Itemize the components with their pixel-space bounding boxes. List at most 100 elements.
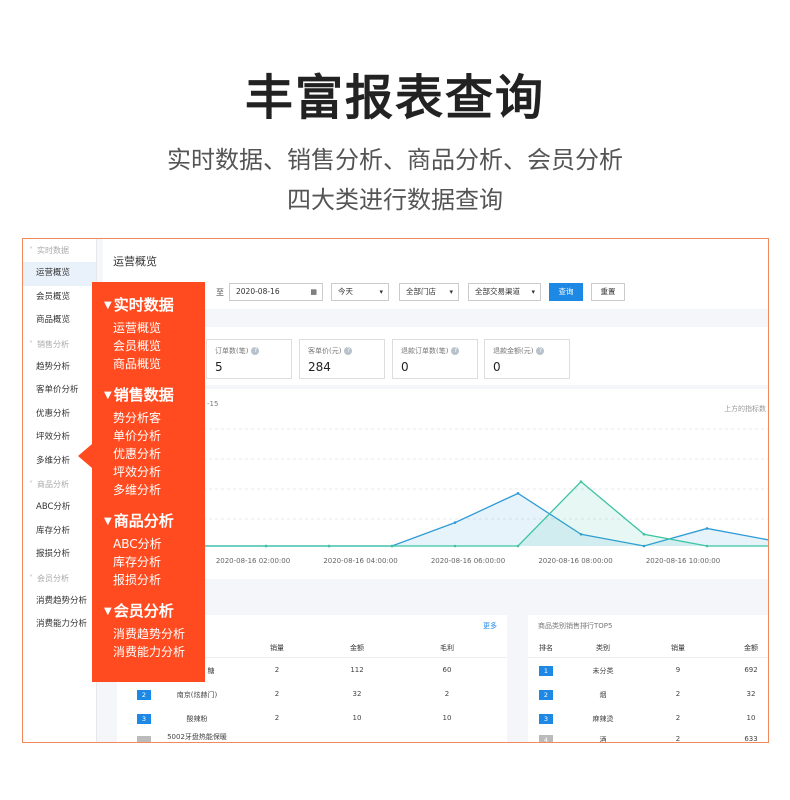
help-icon[interactable]: ? xyxy=(451,347,460,355)
channel-select[interactable]: 全部交易渠道 ▾ xyxy=(468,283,541,301)
sidebar-item-trend[interactable]: 趋势分析 xyxy=(23,356,96,380)
table-cell-qty: 2 xyxy=(274,666,280,674)
series-point[interactable] xyxy=(453,521,457,524)
table-cell-profit: 2 xyxy=(444,690,450,698)
callout-item: 势分析客 xyxy=(113,411,162,425)
rank-badge: 2 xyxy=(137,690,151,700)
callout-item: 报损分析 xyxy=(113,573,162,587)
reset-button[interactable]: 重置 xyxy=(591,283,625,301)
rank-badge: 3 xyxy=(539,714,553,724)
callout-item: 单价分析 xyxy=(113,429,162,443)
sidebar-item-discount[interactable]: 优惠分析 xyxy=(23,403,96,427)
stat-card-refund-amount: 退款金额(元)? 0 xyxy=(484,339,570,379)
sidebar-item-consumption-power[interactable]: 消费能力分析 xyxy=(23,613,96,637)
end-date-input[interactable]: 2020-08-16 ▦ xyxy=(229,283,323,301)
table-cell-amount: 32 xyxy=(746,690,756,698)
table-cell-qty: 2 xyxy=(675,714,681,722)
hero-subtitle-line1: 实时数据、销售分析、商品分析、会员分析 xyxy=(167,146,623,174)
chevron-down-icon: ▾ xyxy=(449,288,453,296)
help-icon[interactable]: ? xyxy=(536,347,545,355)
query-button[interactable]: 查询 xyxy=(549,283,583,301)
sidebar-group-label: 商品分析 xyxy=(37,480,69,489)
sidebar-item-loss[interactable]: 报损分析 xyxy=(23,543,96,567)
table-cell-amount: 633 xyxy=(744,735,758,743)
chevron-down-icon: ˅ xyxy=(29,339,33,349)
hero-subtitle-line2: 四大类进行数据查询 xyxy=(287,186,503,214)
table-cell-category: 烟 xyxy=(599,691,607,699)
callout-section-title: ▼ 实时数据 xyxy=(104,294,174,315)
series-point[interactable] xyxy=(579,480,583,483)
sidebar-group-realtime[interactable]: ˅ 实时数据 xyxy=(23,239,96,262)
column-header-amount: 金额 xyxy=(744,644,758,652)
table-cell-amount: 10 xyxy=(746,714,756,722)
callout-item: 会员概览 xyxy=(113,339,162,353)
callout-item: 消费能力分析 xyxy=(113,645,186,659)
sidebar-item-unit-price[interactable]: 客单价分析 xyxy=(23,379,96,403)
table-cell-qty: 9 xyxy=(675,666,681,674)
period-value: 今天 xyxy=(338,287,353,296)
more-link[interactable]: 更多 xyxy=(483,621,497,631)
series-point[interactable] xyxy=(390,544,394,548)
series-point[interactable] xyxy=(705,527,709,530)
callout-item: ABC分析 xyxy=(113,537,162,551)
sidebar-group-product[interactable]: ˅ 商品分析 xyxy=(23,473,96,496)
table-cell-name: 糖 xyxy=(207,667,215,675)
series-point[interactable] xyxy=(516,492,520,495)
help-icon[interactable]: ? xyxy=(251,347,260,355)
stat-label: 退款订单数(笔)? xyxy=(401,346,460,356)
stat-label: 客单价(元)? xyxy=(308,346,353,356)
x-tick-label: 2020-08-16 10:00:00 xyxy=(646,557,720,565)
sidebar: ˅ 实时数据 运营概览 会员概览 商品概览 ˅ 销售分析 趋势分析 客单价分析 优惠… xyxy=(23,239,97,742)
callout-item: 商品概览 xyxy=(113,357,162,371)
stat-value: 284 xyxy=(308,360,331,374)
series-point[interactable] xyxy=(453,544,457,548)
period-select[interactable]: 今天 ▾ xyxy=(331,283,389,301)
x-tick-label: 2020-08-16 06:00:00 xyxy=(431,557,505,565)
table-cell-category: 酒 xyxy=(599,736,607,743)
rank-badge: 3 xyxy=(137,714,151,724)
sidebar-group-label: 会员分析 xyxy=(37,573,69,583)
column-header-qty: 销量 xyxy=(270,644,284,652)
sidebar-group-label: 销售分析 xyxy=(37,339,69,349)
chevron-down-icon: ˅ xyxy=(29,480,33,489)
chevron-down-icon: ˅ xyxy=(29,246,33,255)
store-select[interactable]: 全部门店 ▾ xyxy=(399,283,459,301)
sidebar-item-operation-overview[interactable]: 运营概览 xyxy=(23,262,96,286)
x-tick-label: 2020-08-16 08:00:00 xyxy=(538,557,612,565)
sidebar-item-member-overview[interactable]: 会员概览 xyxy=(23,286,96,310)
table-cell-name: 南京(炫赫门) xyxy=(176,691,218,699)
series-point[interactable] xyxy=(327,544,331,548)
hero-title: 丰富报表查询 xyxy=(244,70,545,126)
sidebar-group-label: 实时数据 xyxy=(37,246,69,255)
category-ranking-table: 商品类别销售排行TOP5 排名 类别 销量 金额 1 未分类 9 692 2 烟… xyxy=(528,615,768,742)
stat-label-text: 退款订单数(笔) xyxy=(401,347,449,355)
triangle-down-icon: ▼ xyxy=(104,390,112,401)
sidebar-group-sales[interactable]: ˅ 销售分析 xyxy=(23,333,96,356)
sidebar-item-product-overview[interactable]: 商品概览 xyxy=(23,309,96,333)
feature-callout: ▼ 实时数据 运营概览 会员概览 商品概览 ▼ 销售数据 势分析客 单价分析 优惠分… xyxy=(92,282,205,682)
series-point[interactable] xyxy=(705,544,709,548)
help-icon[interactable]: ? xyxy=(344,347,353,355)
callout-title-text: 会员分析 xyxy=(113,602,174,620)
column-header-rank: 排名 xyxy=(539,644,553,652)
stat-label: 退款金额(元)? xyxy=(493,346,545,356)
rank-badge: 2 xyxy=(539,690,553,700)
sidebar-item-abc[interactable]: ABC分析 xyxy=(23,496,96,520)
triangle-down-icon: ▼ xyxy=(104,516,112,527)
series-point[interactable] xyxy=(264,544,268,548)
rank-badge xyxy=(137,736,151,742)
sidebar-item-inventory[interactable]: 库存分析 xyxy=(23,520,96,544)
table-cell-amount: 692 xyxy=(744,666,758,674)
date-range-to-label: 至 xyxy=(216,288,224,297)
triangle-down-icon: ▼ xyxy=(104,606,112,617)
stat-label-text: 客单价(元) xyxy=(308,347,342,355)
table-cell-category: 麻辣烫 xyxy=(592,715,614,723)
table-cell-amount: 112 xyxy=(350,666,364,674)
sidebar-item-consumption-trend[interactable]: 消费趋势分析 xyxy=(23,590,96,614)
sidebar-group-member[interactable]: ˅ 会员分析 xyxy=(23,567,96,590)
callout-item: 运营概览 xyxy=(113,321,162,335)
chevron-down-icon: ˅ xyxy=(29,573,33,583)
series-point[interactable] xyxy=(516,544,520,548)
series-point[interactable] xyxy=(642,533,646,536)
stat-card-orders: 订单数(笔)? 5 xyxy=(206,339,292,379)
